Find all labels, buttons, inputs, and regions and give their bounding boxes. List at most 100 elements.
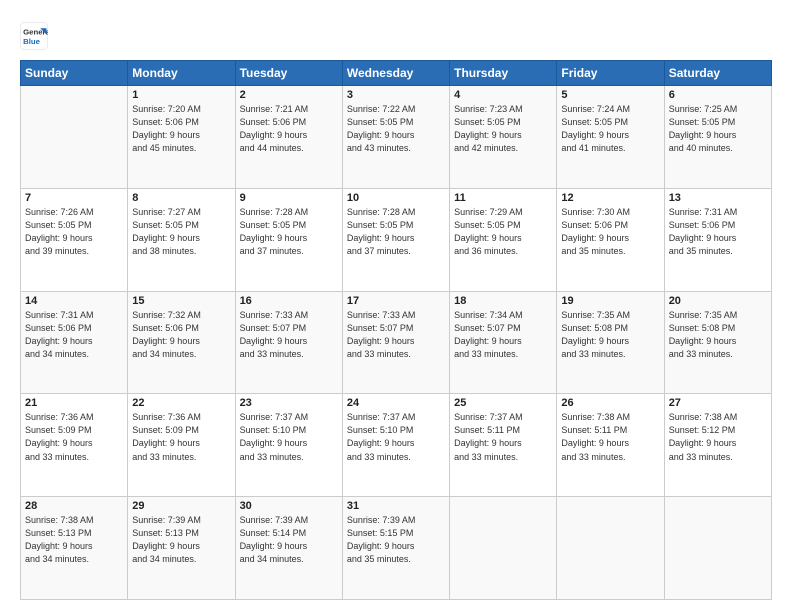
day-detail: Sunrise: 7:31 AM Sunset: 5:06 PM Dayligh…	[25, 309, 123, 361]
calendar-header-monday: Monday	[128, 61, 235, 86]
day-detail: Sunrise: 7:20 AM Sunset: 5:06 PM Dayligh…	[132, 103, 230, 155]
calendar-week-row: 28 Sunrise: 7:38 AM Sunset: 5:13 PM Dayli…	[21, 497, 772, 600]
calendar-cell: 4Sunrise: 7:23 AM Sunset: 5:05 PM Daylig…	[450, 86, 557, 189]
day-detail: Sunrise: 7:22 AM Sunset: 5:05 PM Dayligh…	[347, 103, 445, 155]
day-detail: Sunrise: 7:39 AM Sunset: 5:15 PM Dayligh…	[347, 514, 445, 566]
day-number: 17	[347, 295, 445, 307]
day-number: 14	[25, 295, 123, 307]
calendar-cell: 9Sunrise: 7:28 AM Sunset: 5:05 PM Daylig…	[235, 188, 342, 291]
calendar-cell: 7 Sunrise: 7:26 AM Sunset: 5:05 PM Daylig…	[21, 188, 128, 291]
day-number: 16	[240, 295, 338, 307]
calendar-cell: 29 Sunrise: 7:39 AM Sunset: 5:13 PM Dayli…	[128, 497, 235, 600]
day-detail: Sunrise: 7:28 AM Sunset: 5:05 PM Dayligh…	[240, 206, 338, 258]
calendar-cell: 8 Sunrise: 7:27 AM Sunset: 5:05 PM Daylig…	[128, 188, 235, 291]
day-detail: Sunrise: 7:21 AM Sunset: 5:06 PM Dayligh…	[240, 103, 338, 155]
day-detail: Sunrise: 7:36 AM Sunset: 5:09 PM Dayligh…	[132, 411, 230, 463]
day-number: 18	[454, 295, 552, 307]
calendar-cell: 30 Sunrise: 7:39 AM Sunset: 5:14 PM Dayli…	[235, 497, 342, 600]
day-number: 10	[347, 192, 445, 204]
calendar-cell: 20Sunrise: 7:35 AM Sunset: 5:08 PM Dayli…	[664, 291, 771, 394]
calendar-header-sunday: Sunday	[21, 61, 128, 86]
day-number: 1	[132, 89, 230, 101]
calendar-cell: 18 Sunrise: 7:34 AM Sunset: 5:07 PM Dayli…	[450, 291, 557, 394]
day-number: 28	[25, 500, 123, 512]
svg-text:Blue: Blue	[23, 37, 41, 46]
day-detail: Sunrise: 7:37 AM Sunset: 5:11 PM Dayligh…	[454, 411, 552, 463]
calendar-cell: 13 Sunrise: 7:31 AM Sunset: 5:06 PM Dayli…	[664, 188, 771, 291]
calendar-cell: 2 Sunrise: 7:21 AM Sunset: 5:06 PM Daylig…	[235, 86, 342, 189]
day-number: 24	[347, 397, 445, 409]
day-number: 4	[454, 89, 552, 101]
calendar-header-saturday: Saturday	[664, 61, 771, 86]
day-detail: Sunrise: 7:25 AM Sunset: 5:05 PM Dayligh…	[669, 103, 767, 155]
calendar-cell: 16 Sunrise: 7:33 AM Sunset: 5:07 PM Dayli…	[235, 291, 342, 394]
calendar-cell: 15Sunrise: 7:32 AM Sunset: 5:06 PM Dayli…	[128, 291, 235, 394]
calendar-cell: 12 Sunrise: 7:30 AM Sunset: 5:06 PM Dayli…	[557, 188, 664, 291]
calendar-cell	[664, 497, 771, 600]
calendar-cell: 25 Sunrise: 7:37 AM Sunset: 5:11 PM Dayli…	[450, 394, 557, 497]
calendar-cell: 28 Sunrise: 7:38 AM Sunset: 5:13 PM Dayli…	[21, 497, 128, 600]
calendar-cell: 27 Sunrise: 7:38 AM Sunset: 5:12 PM Dayli…	[664, 394, 771, 497]
day-number: 8	[132, 192, 230, 204]
day-number: 30	[240, 500, 338, 512]
calendar-cell	[21, 86, 128, 189]
day-detail: Sunrise: 7:39 AM Sunset: 5:14 PM Dayligh…	[240, 514, 338, 566]
day-number: 25	[454, 397, 552, 409]
calendar-cell: 5 Sunrise: 7:24 AM Sunset: 5:05 PM Daylig…	[557, 86, 664, 189]
calendar-cell: 19 Sunrise: 7:35 AM Sunset: 5:08 PM Dayli…	[557, 291, 664, 394]
day-detail: Sunrise: 7:35 AM Sunset: 5:08 PM Dayligh…	[561, 309, 659, 361]
day-number: 12	[561, 192, 659, 204]
day-number: 6	[669, 89, 767, 101]
calendar-cell: 21 Sunrise: 7:36 AM Sunset: 5:09 PM Dayli…	[21, 394, 128, 497]
day-number: 26	[561, 397, 659, 409]
header: General Blue	[20, 18, 772, 50]
page: General Blue SundayMondayTuesdayWednesda…	[0, 0, 792, 612]
calendar-cell: 1 Sunrise: 7:20 AM Sunset: 5:06 PM Daylig…	[128, 86, 235, 189]
day-detail: Sunrise: 7:37 AM Sunset: 5:10 PM Dayligh…	[347, 411, 445, 463]
day-number: 3	[347, 89, 445, 101]
calendar-cell: 17Sunrise: 7:33 AM Sunset: 5:07 PM Dayli…	[342, 291, 449, 394]
day-number: 23	[240, 397, 338, 409]
day-detail: Sunrise: 7:32 AM Sunset: 5:06 PM Dayligh…	[132, 309, 230, 361]
day-number: 5	[561, 89, 659, 101]
day-detail: Sunrise: 7:37 AM Sunset: 5:10 PM Dayligh…	[240, 411, 338, 463]
calendar-cell: 10 Sunrise: 7:28 AM Sunset: 5:05 PM Dayli…	[342, 188, 449, 291]
day-number: 2	[240, 89, 338, 101]
calendar-cell	[557, 497, 664, 600]
day-detail: Sunrise: 7:36 AM Sunset: 5:09 PM Dayligh…	[25, 411, 123, 463]
calendar-week-row: 21 Sunrise: 7:36 AM Sunset: 5:09 PM Dayli…	[21, 394, 772, 497]
day-detail: Sunrise: 7:39 AM Sunset: 5:13 PM Dayligh…	[132, 514, 230, 566]
day-number: 27	[669, 397, 767, 409]
day-number: 29	[132, 500, 230, 512]
day-detail: Sunrise: 7:38 AM Sunset: 5:12 PM Dayligh…	[669, 411, 767, 463]
calendar-cell: 11Sunrise: 7:29 AM Sunset: 5:05 PM Dayli…	[450, 188, 557, 291]
day-detail: Sunrise: 7:31 AM Sunset: 5:06 PM Dayligh…	[669, 206, 767, 258]
day-detail: Sunrise: 7:38 AM Sunset: 5:13 PM Dayligh…	[25, 514, 123, 566]
day-detail: Sunrise: 7:34 AM Sunset: 5:07 PM Dayligh…	[454, 309, 552, 361]
calendar-header-wednesday: Wednesday	[342, 61, 449, 86]
calendar-week-row: 14 Sunrise: 7:31 AM Sunset: 5:06 PM Dayli…	[21, 291, 772, 394]
calendar-cell: 26Sunrise: 7:38 AM Sunset: 5:11 PM Dayli…	[557, 394, 664, 497]
day-detail: Sunrise: 7:26 AM Sunset: 5:05 PM Dayligh…	[25, 206, 123, 258]
day-detail: Sunrise: 7:27 AM Sunset: 5:05 PM Dayligh…	[132, 206, 230, 258]
calendar-cell: 23 Sunrise: 7:37 AM Sunset: 5:10 PM Dayli…	[235, 394, 342, 497]
calendar-week-row: 7 Sunrise: 7:26 AM Sunset: 5:05 PM Daylig…	[21, 188, 772, 291]
day-number: 19	[561, 295, 659, 307]
day-number: 21	[25, 397, 123, 409]
calendar-cell: 22Sunrise: 7:36 AM Sunset: 5:09 PM Dayli…	[128, 394, 235, 497]
calendar-cell: 31 Sunrise: 7:39 AM Sunset: 5:15 PM Dayli…	[342, 497, 449, 600]
calendar-header-friday: Friday	[557, 61, 664, 86]
day-number: 13	[669, 192, 767, 204]
calendar-cell: 24 Sunrise: 7:37 AM Sunset: 5:10 PM Dayli…	[342, 394, 449, 497]
day-detail: Sunrise: 7:33 AM Sunset: 5:07 PM Dayligh…	[240, 309, 338, 361]
calendar-table: SundayMondayTuesdayWednesdayThursdayFrid…	[20, 60, 772, 600]
day-number: 31	[347, 500, 445, 512]
calendar-cell	[450, 497, 557, 600]
day-detail: Sunrise: 7:30 AM Sunset: 5:06 PM Dayligh…	[561, 206, 659, 258]
calendar-week-row: 1 Sunrise: 7:20 AM Sunset: 5:06 PM Daylig…	[21, 86, 772, 189]
day-detail: Sunrise: 7:24 AM Sunset: 5:05 PM Dayligh…	[561, 103, 659, 155]
day-detail: Sunrise: 7:35 AM Sunset: 5:08 PM Dayligh…	[669, 309, 767, 361]
calendar-cell: 14 Sunrise: 7:31 AM Sunset: 5:06 PM Dayli…	[21, 291, 128, 394]
day-detail: Sunrise: 7:28 AM Sunset: 5:05 PM Dayligh…	[347, 206, 445, 258]
day-number: 7	[25, 192, 123, 204]
